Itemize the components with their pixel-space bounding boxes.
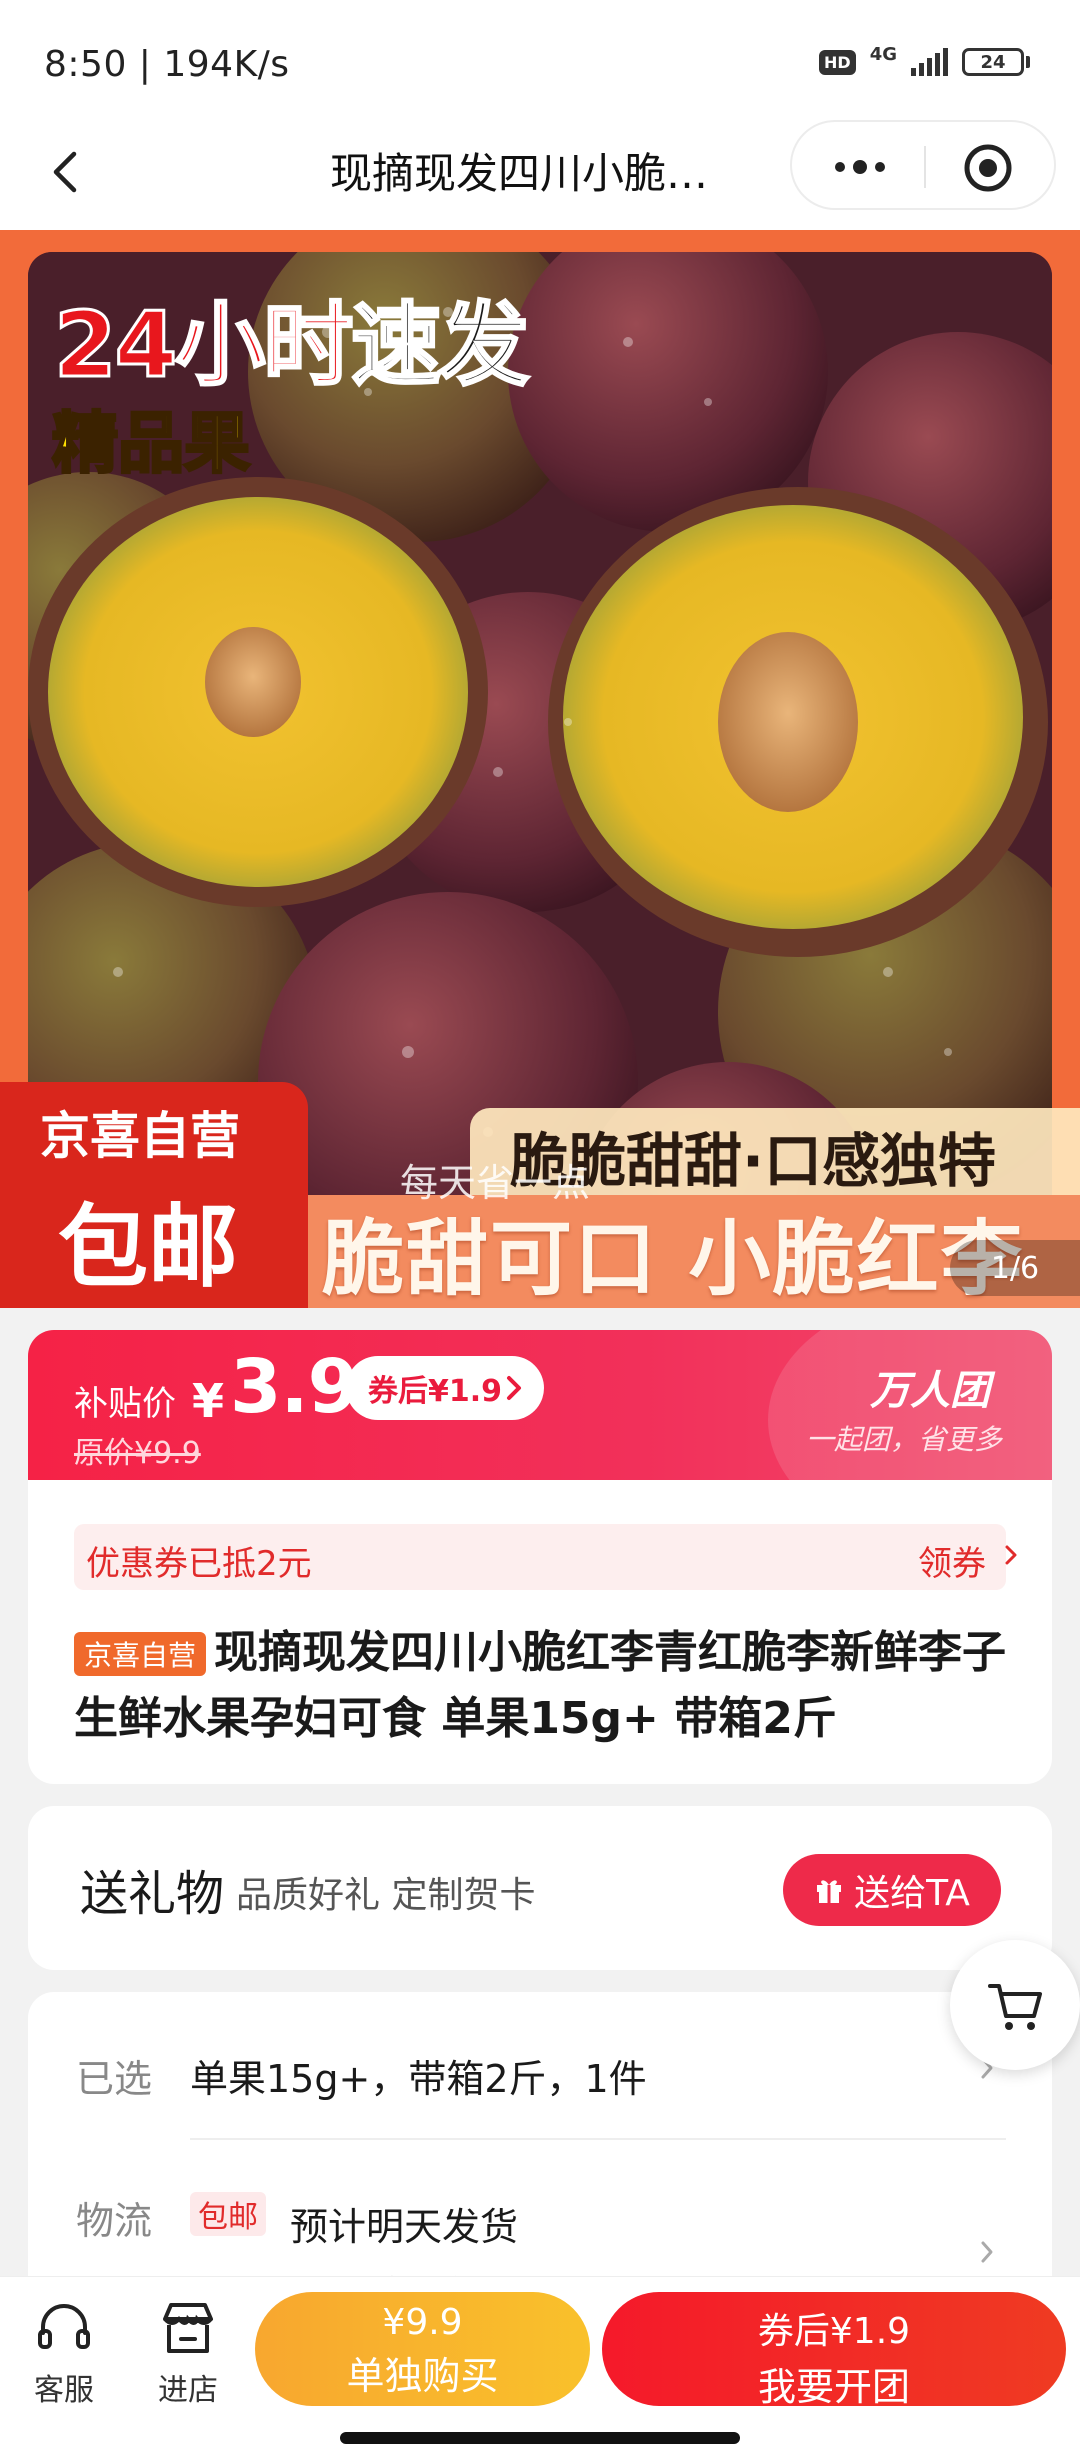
subsidy-label: 补贴价 — [74, 1384, 176, 1424]
hero-premium-label: 精品果 — [51, 404, 252, 484]
badge-line-1: 京喜自营 — [40, 1107, 240, 1165]
buy-alone-label: 单独购买 — [346, 2354, 499, 2398]
send-gift-label: 送给TA — [854, 1873, 970, 1914]
self-operated-tag: 京喜自营 — [74, 1632, 207, 1676]
price-currency: ¥ — [192, 1374, 225, 1428]
product-image-carousel[interactable]: 24小时速发 精品果 脆脆甜甜·口感独特 脆甜可口 小脆红李 每天省一点 京喜自… — [0, 230, 1080, 1308]
selected-value[interactable]: 单果15g+，带箱2斤，1件 — [190, 2048, 647, 2103]
nav-bar: 现摘现发四川小脆… — [0, 120, 1080, 230]
battery-level: 24 — [962, 48, 1024, 76]
hero-banner-text: 脆甜可口 小脆红李 — [322, 1212, 1025, 1307]
start-group-button[interactable]: 券后¥1.9 我要开团 — [602, 2292, 1066, 2409]
store-button[interactable]: 进店 — [138, 2297, 238, 2409]
group-buy-title: 万人团 — [870, 1368, 990, 1414]
chevron-right-icon — [507, 1376, 521, 1400]
signal-icon — [911, 48, 948, 76]
network-type: 4G — [869, 43, 897, 65]
headset-icon — [38, 2304, 90, 2349]
mini-program-capsule — [790, 120, 1056, 210]
coupon-price-label: 券后¥1.9 — [368, 1374, 503, 1409]
chevron-right-icon — [981, 2241, 993, 2263]
free-shipping-tag: 包邮 — [190, 2192, 266, 2236]
send-gift-button[interactable]: 送给TA — [783, 1854, 1001, 1926]
chevron-right-icon — [1005, 1545, 1017, 1565]
gift-card: 送礼物 品质好礼 定制贺卡 送给TA — [28, 1806, 1052, 1970]
hd-badge: HD — [819, 49, 856, 75]
more-dots-icon[interactable] — [830, 152, 890, 182]
battery-icon: 24 — [962, 48, 1030, 76]
customer-service-button[interactable]: 客服 — [14, 2297, 114, 2409]
price-value: 3.9 — [230, 1344, 359, 1430]
image-page-indicator: 1/6 — [950, 1240, 1080, 1296]
start-group-price: 券后¥1.9 — [757, 2311, 911, 2352]
coupon-price-button[interactable]: 券后¥1.9 — [346, 1356, 544, 1420]
floating-cart-button[interactable] — [950, 1940, 1080, 2070]
target-icon[interactable] — [962, 142, 1014, 194]
hero-headline-dark: 速发 — [350, 292, 531, 400]
buy-alone-button[interactable]: ¥9.9 单独购买 — [255, 2292, 590, 2406]
hero-watermark: 每天省一点 — [400, 1161, 591, 1205]
page-title: 现摘现发四川小脆… — [330, 149, 709, 198]
gift-title: 送礼物 — [80, 1866, 225, 1922]
cart-icon — [988, 1984, 1042, 2030]
back-arrow-icon[interactable] — [40, 142, 100, 202]
logistics-label: 物流 — [76, 2199, 153, 2243]
badge-line-2: 包邮 — [58, 1195, 238, 1300]
store-label: 进店 — [158, 2373, 218, 2408]
product-title: 现摘现发四川小脆红李青红脆李新鲜李子生鲜水果孕妇可食 单果15g+ 带箱2斤 — [74, 1627, 1006, 1744]
hero-headline-red: 24小时 — [52, 292, 354, 400]
gift-subtitle: 品质好礼 定制贺卡 — [236, 1875, 536, 1916]
status-time: 8:50 | 194K/s — [44, 44, 290, 85]
original-price: 原价¥9.9 — [74, 1436, 201, 1471]
hero-headline: 24小时速发 — [52, 272, 531, 402]
delivery-estimate[interactable]: 预计明天发货 — [290, 2196, 518, 2251]
gift-icon — [817, 1880, 842, 1903]
coupon-applied-text: 优惠券已抵2元 — [86, 1544, 312, 1584]
home-indicator[interactable] — [340, 2432, 740, 2444]
buy-alone-price: ¥9.9 — [382, 2302, 463, 2343]
group-buy-subtitle: 一起团，省更多 — [806, 1423, 1003, 1456]
get-coupon-link[interactable]: 领券 — [918, 1536, 986, 1585]
store-icon — [163, 2303, 213, 2353]
customer-service-label: 客服 — [34, 2373, 94, 2408]
status-indicators: HD 4G 24 — [819, 44, 1030, 76]
capsule-divider — [924, 146, 926, 188]
spec-divider — [190, 2138, 1006, 2140]
selected-label: 已选 — [76, 2057, 153, 2101]
price-card: 补贴价 ¥ 3.9 券后¥1.9 原价¥9.9 万人团 一起团，省更多 — [28, 1330, 1052, 1480]
start-group-label: 我要开团 — [757, 2365, 910, 2409]
product-info-card: 优惠券已抵2元 领券 现摘现发四川小脆红李青红脆李新鲜李子生鲜水果孕妇可食 单果… — [28, 1480, 1052, 1784]
status-bar: 8:50 | 194K/s HD 4G 24 — [0, 0, 1080, 120]
